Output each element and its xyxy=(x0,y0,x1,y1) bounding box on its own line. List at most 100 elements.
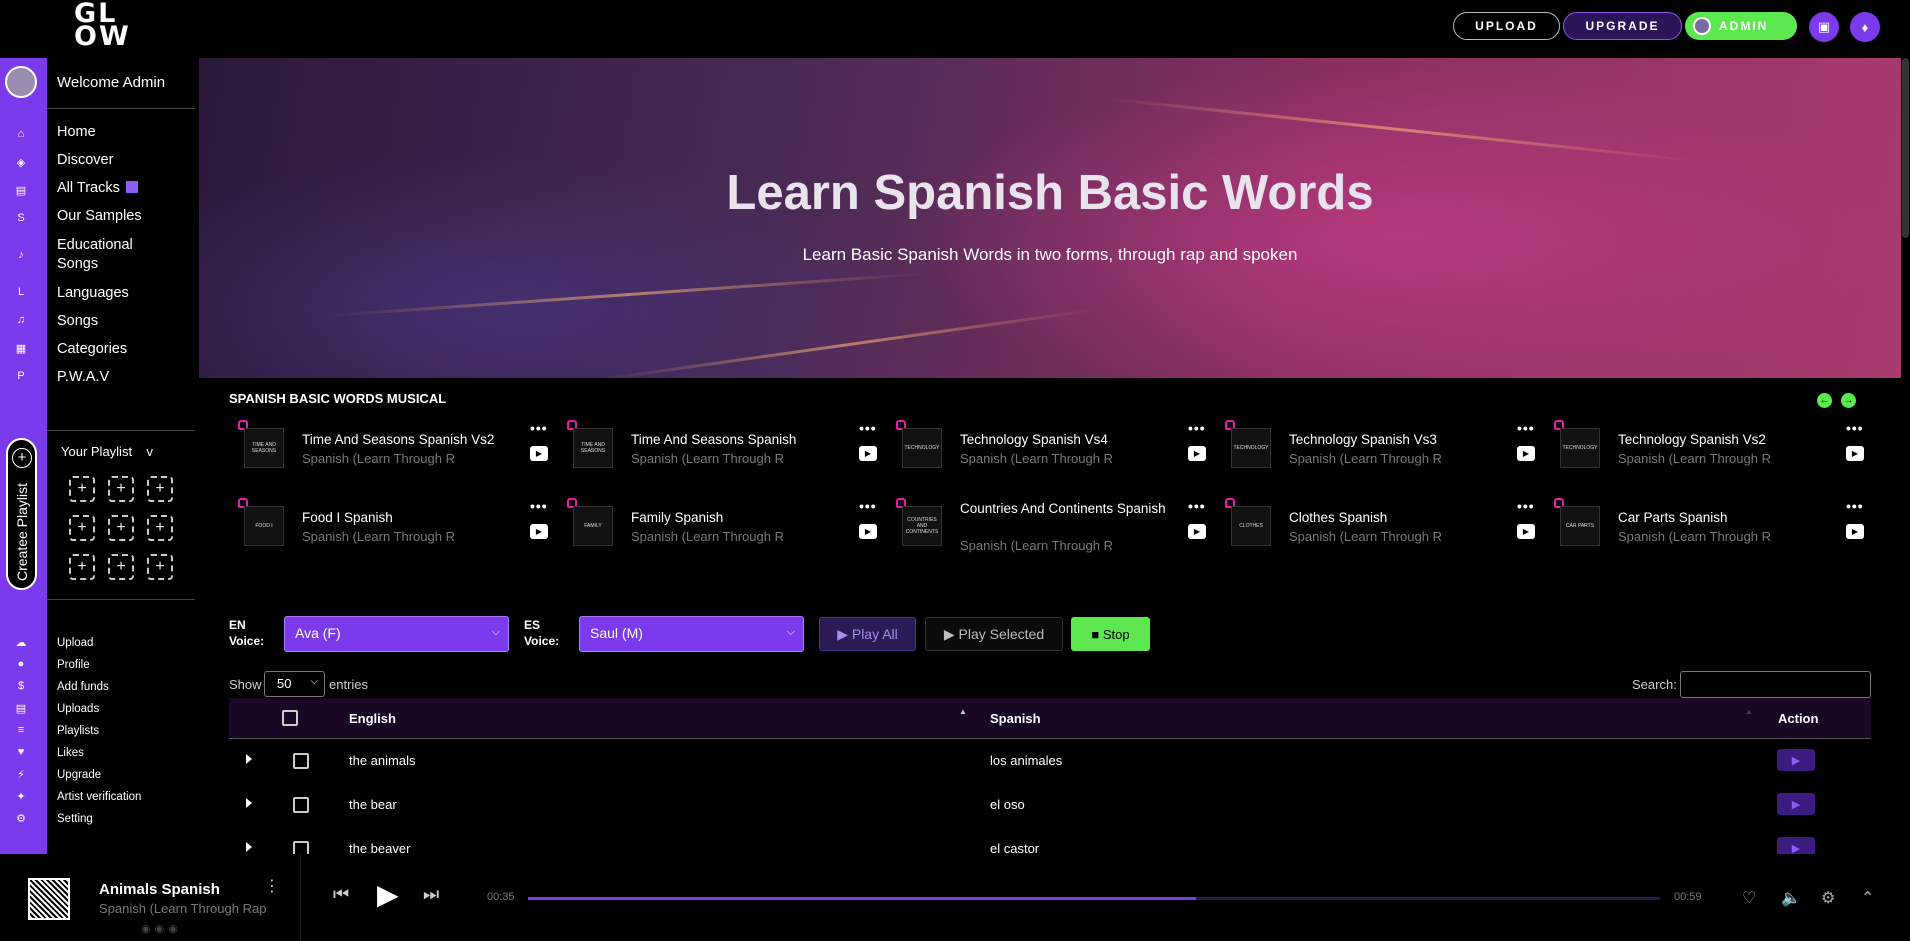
play-icon[interactable]: ▶ xyxy=(1188,446,1206,461)
es-voice-select[interactable]: Saul (M) ⌵ xyxy=(579,616,804,652)
nav-categories[interactable]: Categories xyxy=(57,341,127,357)
nav-languages[interactable]: Languages xyxy=(57,285,129,301)
samples-icon[interactable]: S xyxy=(14,211,28,225)
play-icon[interactable]: ▶ xyxy=(1517,446,1535,461)
menu-add-funds[interactable]: Add funds xyxy=(57,681,109,693)
track-artist[interactable]: Spanish (Learn Through R xyxy=(960,538,1113,553)
track-title[interactable]: Food I Spanish xyxy=(302,509,542,526)
track-card[interactable]: CAR PARTS Car Parts Spanish Spanish (Learn… xyxy=(1546,498,1866,554)
track-thumbnail[interactable]: CLOTHES xyxy=(1231,506,1271,546)
playlists-icon[interactable]: ≡ xyxy=(14,723,28,737)
previous-icon[interactable]: ⏮ xyxy=(333,884,349,905)
add-playlist-slot[interactable]: + xyxy=(69,554,95,580)
add-playlist-slot[interactable]: + xyxy=(69,476,95,502)
add-playlist-slot[interactable]: + xyxy=(69,515,95,541)
more-options-icon[interactable]: ••• xyxy=(1846,498,1864,514)
row-checkbox[interactable] xyxy=(293,797,309,813)
row-play-button[interactable]: ▶ xyxy=(1777,793,1815,815)
nav-pwav[interactable]: P.W.A.V xyxy=(57,369,109,385)
track-artist[interactable]: Spanish (Learn Through R xyxy=(631,529,784,544)
play-icon[interactable]: ▶ xyxy=(859,446,877,461)
track-card[interactable]: TECHNOLOGY Technology Spanish Vs2 Spanish … xyxy=(1546,420,1866,476)
user-avatar[interactable] xyxy=(5,66,37,98)
nav-educational-songs[interactable]: Educational Songs xyxy=(57,236,167,274)
more-options-icon[interactable]: ⋮ xyxy=(264,879,280,895)
track-title[interactable]: Countries And Continents Spanish xyxy=(960,500,1200,517)
more-options-icon[interactable]: ••• xyxy=(530,498,548,514)
heart-icon[interactable]: ♥ xyxy=(14,745,28,759)
track-artist[interactable]: Spanish (Learn Through R xyxy=(1618,451,1771,466)
track-thumbnail[interactable]: TECHNOLOGY xyxy=(1231,428,1271,468)
track-card[interactable]: FAMILY Family Spanish Spanish (Learn Throu… xyxy=(559,498,879,554)
menu-uploads[interactable]: Uploads xyxy=(57,703,99,715)
play-all-button[interactable]: ▶ Play All xyxy=(819,617,916,651)
track-artist[interactable]: Spanish (Learn Through R xyxy=(1618,529,1771,544)
menu-profile[interactable]: Profile xyxy=(57,659,90,671)
songs-icon[interactable]: ♫ xyxy=(14,313,28,327)
heart-icon[interactable]: ♡ xyxy=(1742,888,1756,908)
settings-user-icon[interactable]: ⚙ xyxy=(14,811,28,825)
track-artist[interactable]: Spanish (Learn Through R xyxy=(1289,529,1442,544)
nav-our-samples[interactable]: Our Samples xyxy=(57,208,142,224)
more-options-icon[interactable]: ••• xyxy=(1188,498,1206,514)
track-thumbnail[interactable]: CAR PARTS xyxy=(1560,506,1600,546)
search-input[interactable] xyxy=(1680,671,1871,698)
languages-icon[interactable]: L xyxy=(14,285,28,299)
upgrade-button[interactable]: UPGRADE xyxy=(1563,12,1682,40)
entries-select[interactable]: 50 ⌵ xyxy=(264,671,325,697)
now-playing-artist[interactable]: Spanish (Learn Through Rap xyxy=(99,901,266,916)
track-title[interactable]: Time And Seasons Spanish xyxy=(631,431,871,448)
upload-button[interactable]: UPLOAD xyxy=(1453,12,1560,40)
stop-button[interactable]: ■ Stop xyxy=(1071,617,1150,651)
scrollbar-thumb[interactable] xyxy=(1902,58,1909,238)
track-thumbnail[interactable]: COUNTRIES AND CONTINENTS xyxy=(902,506,942,546)
track-card[interactable]: TIME AND SEASONS Time And Seasons Spanish… xyxy=(559,420,879,476)
nav-home[interactable]: Home xyxy=(57,124,96,140)
bell-icon[interactable]: ♦ xyxy=(1850,12,1880,42)
page-scrollbar[interactable] xyxy=(1901,58,1910,854)
admin-button[interactable]: ADMIN xyxy=(1685,12,1797,40)
track-title[interactable]: Time And Seasons Spanish Vs2 xyxy=(302,431,542,448)
menu-artist-verification[interactable]: Artist verification xyxy=(57,791,141,803)
pwav-icon[interactable]: P xyxy=(14,369,28,383)
track-artist[interactable]: Spanish (Learn Through R xyxy=(960,451,1113,466)
track-card[interactable]: CLOTHES Clothes Spanish Spanish (Learn Thr… xyxy=(1217,498,1537,554)
track-card[interactable]: TIME AND SEASONS Time And Seasons Spanish… xyxy=(230,420,550,476)
more-options-icon[interactable]: ••• xyxy=(859,420,877,436)
play-icon[interactable]: ▶ xyxy=(859,524,877,539)
track-thumbnail[interactable]: TIME AND SEASONS xyxy=(244,428,284,468)
track-artist[interactable]: Spanish (Learn Through R xyxy=(1289,451,1442,466)
add-playlist-slot[interactable]: + xyxy=(108,554,134,580)
row-play-button[interactable]: ▶ xyxy=(1777,749,1815,771)
play-icon[interactable]: ▶ xyxy=(530,524,548,539)
track-title[interactable]: Clothes Spanish xyxy=(1289,509,1529,526)
sort-icon[interactable]: ▲ xyxy=(959,707,967,716)
track-thumbnail[interactable]: TECHNOLOGY xyxy=(1560,428,1600,468)
track-title[interactable]: Family Spanish xyxy=(631,509,871,526)
add-playlist-slot[interactable]: + xyxy=(147,515,173,541)
create-playlist-button[interactable]: + Createe Playlist xyxy=(6,438,37,590)
play-selected-button[interactable]: ▶ Play Selected xyxy=(925,617,1063,651)
add-funds-icon[interactable]: $ xyxy=(14,679,28,693)
expand-row-icon[interactable] xyxy=(246,842,252,852)
more-options-icon[interactable]: ••• xyxy=(1517,498,1535,514)
select-all-checkbox[interactable] xyxy=(282,710,298,726)
add-playlist-slot[interactable]: + xyxy=(108,515,134,541)
add-playlist-slot[interactable]: + xyxy=(108,476,134,502)
expand-row-icon[interactable] xyxy=(246,754,252,764)
menu-likes[interactable]: Likes xyxy=(57,747,84,759)
nav-songs[interactable]: Songs xyxy=(57,313,98,329)
menu-setting[interactable]: Setting xyxy=(57,813,93,825)
upgrade-icon[interactable]: ⚡ xyxy=(14,767,28,781)
social-icons[interactable]: ◉◉◉ xyxy=(141,922,182,935)
save-icon[interactable]: ▣ xyxy=(1809,12,1839,42)
track-artist[interactable]: Spanish (Learn Through R xyxy=(631,451,784,466)
nav-all-tracks[interactable]: All Tracks xyxy=(57,180,138,196)
upload-cloud-icon[interactable]: ☁ xyxy=(14,635,28,649)
next-icon[interactable]: ⏭ xyxy=(423,884,439,905)
settings-gear-icon[interactable]: ⚙ xyxy=(1821,888,1835,908)
play-icon[interactable]: ▶ xyxy=(1846,524,1864,539)
play-icon[interactable]: ▶ xyxy=(1188,524,1206,539)
track-thumbnail[interactable]: TIME AND SEASONS xyxy=(573,428,613,468)
categories-icon[interactable]: ▦ xyxy=(14,341,28,355)
